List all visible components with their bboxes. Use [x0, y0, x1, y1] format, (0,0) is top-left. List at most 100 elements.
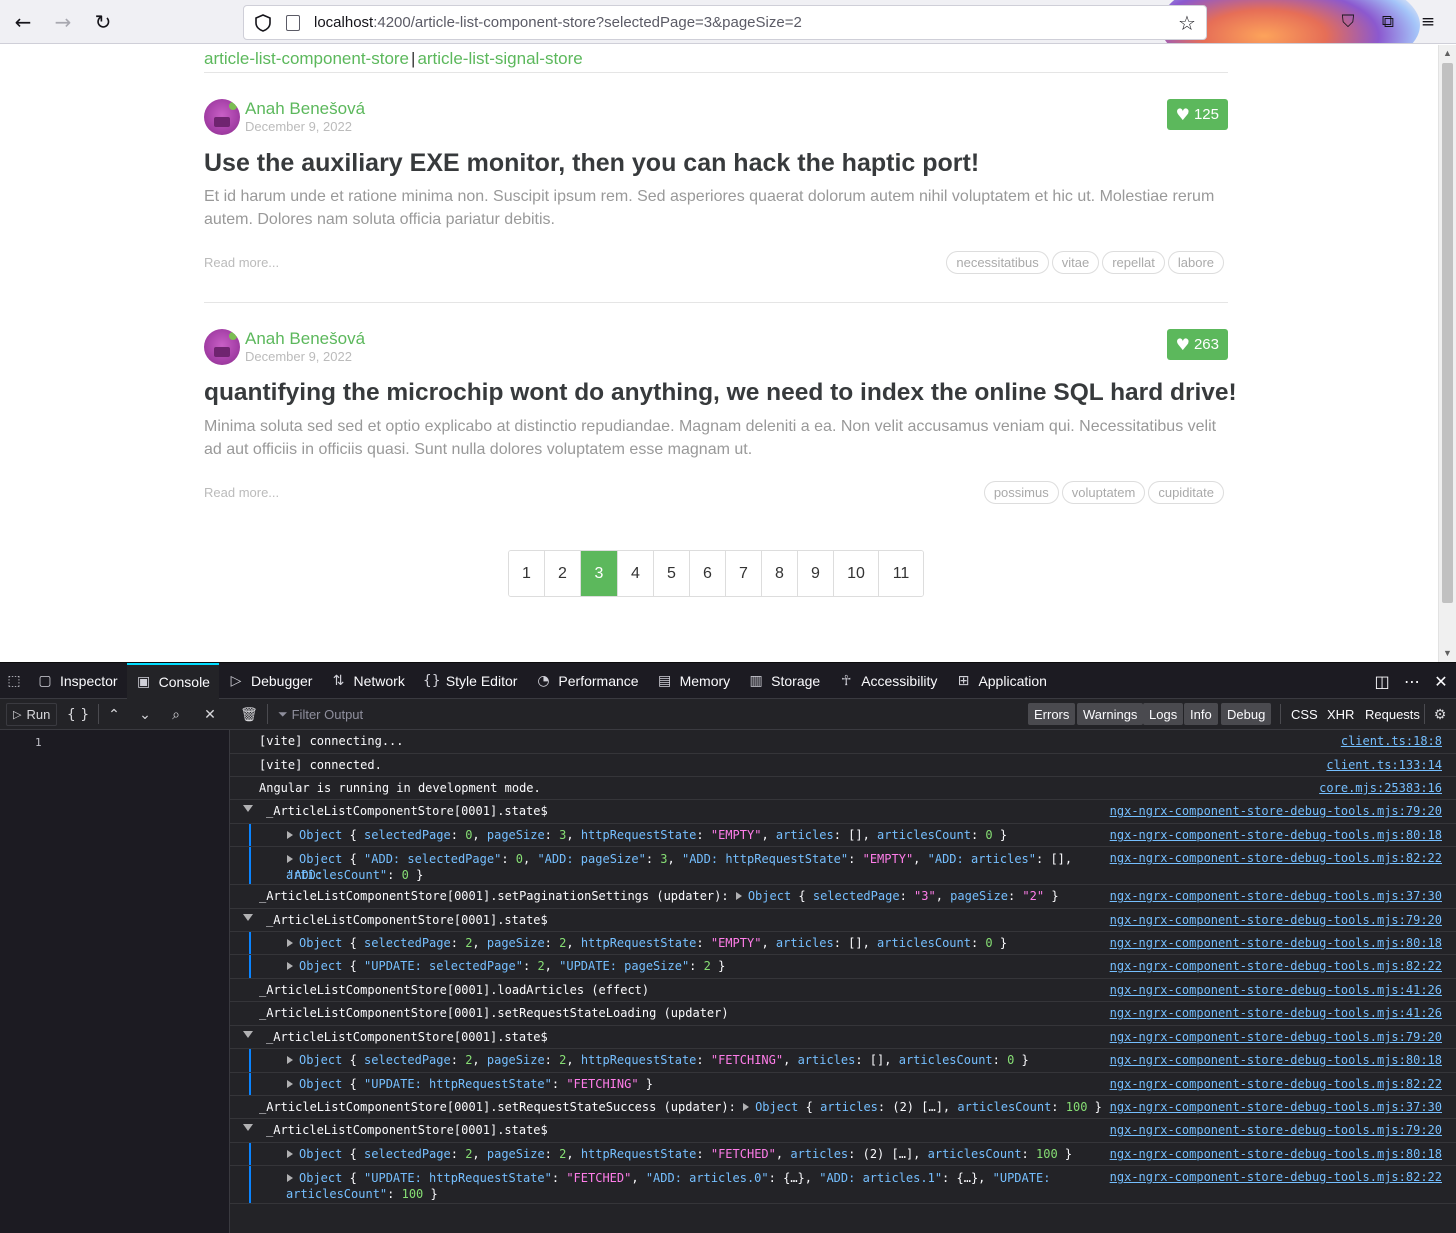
tag[interactable]: labore: [1167, 251, 1224, 274]
expand-twisty-icon[interactable]: [243, 1124, 253, 1131]
scroll-up-arrow-icon[interactable]: ▲: [1439, 48, 1456, 58]
favorite-button[interactable]: ♥ 125: [1166, 99, 1228, 130]
extensions-icon[interactable]: ⧉: [1376, 10, 1400, 34]
page-link-4[interactable]: 4: [618, 551, 654, 596]
history-up-icon[interactable]: ⌃: [102, 703, 126, 726]
tab-memory[interactable]: ▤ Memory: [648, 663, 740, 699]
filter-info[interactable]: Info: [1184, 703, 1218, 725]
page-link-1[interactable]: 1: [509, 551, 545, 596]
object-preview[interactable]: Object { "UPDATE: httpRequestState": "FE…: [287, 1077, 653, 1091]
object-preview[interactable]: Object { "UPDATE: httpRequestState": "FE…: [287, 1170, 1107, 1186]
avatar[interactable]: [204, 329, 240, 365]
back-arrow-icon[interactable]: ←: [8, 7, 38, 37]
page-link-10[interactable]: 10: [834, 551, 879, 596]
page-link-6[interactable]: 6: [690, 551, 726, 596]
tag[interactable]: cupiditate: [1148, 481, 1224, 504]
tab-application[interactable]: ⊞ Application: [946, 663, 1056, 699]
tab-debugger[interactable]: ▷ Debugger: [219, 663, 322, 699]
source-link[interactable]: client.ts:18:8: [1341, 734, 1442, 748]
filter-errors[interactable]: Errors: [1028, 703, 1076, 725]
console-settings-gear-icon[interactable]: ⚙: [1429, 703, 1451, 726]
close-editor-icon[interactable]: ✕: [198, 703, 222, 726]
pocket-icon[interactable]: ⛉: [1336, 10, 1360, 34]
source-link[interactable]: ngx-ngrx-component-store-debug-tools.mjs…: [1110, 983, 1442, 997]
page-link-3[interactable]: 3: [581, 551, 618, 596]
source-link[interactable]: client.ts:133:14: [1326, 758, 1442, 772]
source-link[interactable]: ngx-ngrx-component-store-debug-tools.mjs…: [1110, 804, 1442, 818]
page-link-11[interactable]: 11: [879, 551, 923, 596]
article-title[interactable]: Use the auxiliary EXE monitor, then you …: [204, 149, 1228, 178]
tab-accessibility[interactable]: ☥ Accessibility: [829, 663, 946, 699]
source-link[interactable]: ngx-ngrx-component-store-debug-tools.mjs…: [1110, 913, 1442, 927]
source-link[interactable]: ngx-ngrx-component-store-debug-tools.mjs…: [1110, 1077, 1442, 1091]
object-preview[interactable]: Object { "UPDATE: selectedPage": 2, "UPD…: [287, 959, 725, 973]
reload-icon[interactable]: ↻: [88, 7, 118, 37]
console-group[interactable]: _ArticleListComponentStore[0001].state$ …: [230, 1119, 1456, 1143]
tab-inspector[interactable]: ▢ Inspector: [28, 663, 127, 699]
run-button[interactable]: ▷ Run: [6, 703, 58, 726]
nav-link-signal-store[interactable]: article-list-signal-store: [417, 49, 582, 68]
source-link[interactable]: ngx-ngrx-component-store-debug-tools.mjs…: [1110, 1147, 1442, 1161]
author-name[interactable]: Anah Benešová: [245, 329, 365, 349]
read-more-link[interactable]: Read more...: [204, 255, 279, 270]
dock-layout-icon[interactable]: ◫: [1368, 663, 1396, 699]
object-preview[interactable]: Object { selectedPage: 2, pageSize: 2, h…: [287, 1053, 1029, 1067]
filter-css[interactable]: CSS: [1291, 703, 1318, 725]
page-link-5[interactable]: 5: [654, 551, 690, 596]
forward-arrow-icon[interactable]: →: [48, 7, 78, 37]
console-group[interactable]: _ArticleListComponentStore[0001].state$ …: [230, 1026, 1456, 1049]
page-link-8[interactable]: 8: [762, 551, 798, 596]
console-multiline-editor[interactable]: 1: [0, 730, 230, 1233]
url-text[interactable]: localhost:4200/article-list-component-st…: [314, 14, 802, 31]
nav-link-component-store[interactable]: article-list-component-store: [204, 49, 409, 68]
tag[interactable]: voluptatem: [1061, 481, 1146, 504]
console-group[interactable]: _ArticleListComponentStore[0001].state$ …: [230, 800, 1456, 824]
console-group[interactable]: _ArticleListComponentStore[0001].state$ …: [230, 909, 1456, 932]
source-link[interactable]: ngx-ngrx-component-store-debug-tools.mjs…: [1110, 936, 1442, 950]
tag[interactable]: repellat: [1102, 251, 1165, 274]
favorite-button[interactable]: ♥ 263: [1166, 329, 1228, 360]
element-picker-icon[interactable]: ⬚: [0, 663, 28, 699]
filter-warnings[interactable]: Warnings: [1077, 703, 1144, 725]
source-link[interactable]: ngx-ngrx-component-store-debug-tools.mjs…: [1110, 1006, 1442, 1020]
source-link[interactable]: ngx-ngrx-component-store-debug-tools.mjs…: [1110, 959, 1442, 973]
read-more-link[interactable]: Read more...: [204, 485, 279, 500]
article-title[interactable]: quantifying the microchip wont do anythi…: [204, 379, 1237, 407]
filter-requests[interactable]: Requests: [1365, 703, 1420, 725]
address-bar[interactable]: localhost:4200/article-list-component-st…: [243, 5, 1207, 40]
filter-xhr[interactable]: XHR: [1327, 703, 1354, 725]
object-preview[interactable]: Object { selectedPage: 0, pageSize: 3, h…: [287, 828, 1007, 842]
tab-console[interactable]: ▣ Console: [126, 663, 219, 699]
source-link[interactable]: ngx-ngrx-component-store-debug-tools.mjs…: [1110, 1170, 1442, 1184]
clear-console-trash-icon[interactable]: 🗑: [237, 703, 261, 726]
tag[interactable]: necessitatibus: [946, 251, 1049, 274]
source-link[interactable]: ngx-ngrx-component-store-debug-tools.mjs…: [1110, 1030, 1442, 1044]
source-link[interactable]: ngx-ngrx-component-store-debug-tools.mjs…: [1110, 851, 1442, 865]
author-name[interactable]: Anah Benešová: [245, 99, 365, 119]
filter-debug[interactable]: Debug: [1221, 703, 1272, 725]
history-down-icon[interactable]: ⌄: [133, 703, 157, 726]
reverse-search-icon[interactable]: ⌕: [164, 703, 188, 726]
page-link-9[interactable]: 9: [798, 551, 834, 596]
object-preview[interactable]: Object { selectedPage: 2, pageSize: 2, h…: [287, 1147, 1072, 1161]
source-link[interactable]: ngx-ngrx-component-store-debug-tools.mjs…: [1110, 1100, 1442, 1114]
page-link-7[interactable]: 7: [726, 551, 762, 596]
close-devtools-icon[interactable]: ✕: [1427, 663, 1455, 699]
source-link[interactable]: ngx-ngrx-component-store-debug-tools.mjs…: [1110, 1123, 1442, 1137]
expand-twisty-icon[interactable]: [243, 1031, 253, 1038]
page-info-icon[interactable]: [286, 14, 300, 31]
tab-storage[interactable]: ▥ Storage: [739, 663, 829, 699]
filter-output-input[interactable]: ⏷ Filter Output: [278, 703, 363, 726]
source-link[interactable]: ngx-ngrx-component-store-debug-tools.mjs…: [1110, 889, 1442, 903]
expand-twisty-icon[interactable]: [243, 805, 253, 812]
tag[interactable]: possimus: [983, 481, 1059, 504]
source-link[interactable]: ngx-ngrx-component-store-debug-tools.mjs…: [1110, 1053, 1442, 1067]
scrollbar-thumb[interactable]: [1442, 63, 1453, 603]
source-link[interactable]: ngx-ngrx-component-store-debug-tools.mjs…: [1110, 828, 1442, 842]
source-link[interactable]: core.mjs:25383:16: [1319, 781, 1442, 795]
page-link-2[interactable]: 2: [545, 551, 581, 596]
expand-twisty-icon[interactable]: [243, 914, 253, 921]
tab-style-editor[interactable]: {} Style Editor: [414, 663, 527, 699]
avatar[interactable]: [204, 99, 240, 135]
filter-logs[interactable]: Logs: [1143, 703, 1184, 725]
